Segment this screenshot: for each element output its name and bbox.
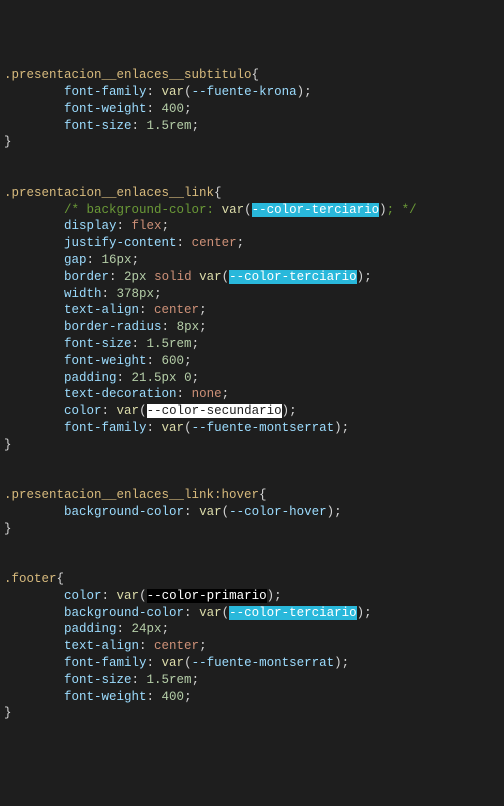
- declaration-line: text-align: center;: [0, 302, 504, 319]
- selector-line: .footer{: [0, 571, 504, 588]
- selector-line: .presentacion__enlaces__link{: [0, 185, 504, 202]
- declaration-line: background-color: var(--color-terciario)…: [0, 605, 504, 622]
- declaration-line: font-weight: 400;: [0, 689, 504, 706]
- blank-line: [0, 470, 504, 487]
- declaration-line: font-weight: 600;: [0, 353, 504, 370]
- declaration-line: /* background-color: var(--color-terciar…: [0, 202, 504, 219]
- declaration-line: border-radius: 8px;: [0, 319, 504, 336]
- declaration-line: background-color: var(--color-hover);: [0, 504, 504, 521]
- blank-line: [0, 168, 504, 185]
- declaration-line: text-align: center;: [0, 638, 504, 655]
- code-editor[interactable]: .presentacion__enlaces__subtitulo{ font-…: [0, 67, 504, 722]
- close-brace-line: }: [0, 521, 504, 538]
- selector-line: .presentacion__enlaces__subtitulo{: [0, 67, 504, 84]
- blank-line: [0, 454, 504, 471]
- declaration-line: font-weight: 400;: [0, 101, 504, 118]
- close-brace-line: }: [0, 437, 504, 454]
- blank-line: [0, 554, 504, 571]
- declaration-line: font-family: var(--fuente-krona);: [0, 84, 504, 101]
- declaration-line: justify-content: center;: [0, 235, 504, 252]
- declaration-line: font-size: 1.5rem;: [0, 336, 504, 353]
- declaration-line: font-size: 1.5rem;: [0, 672, 504, 689]
- declaration-line: color: var(--color-secundario);: [0, 403, 504, 420]
- selector-line: .presentacion__enlaces__link:hover{: [0, 487, 504, 504]
- declaration-line: gap: 16px;: [0, 252, 504, 269]
- declaration-line: font-family: var(--fuente-montserrat);: [0, 420, 504, 437]
- declaration-line: font-size: 1.5rem;: [0, 118, 504, 135]
- blank-line: [0, 151, 504, 168]
- declaration-line: padding: 21.5px 0;: [0, 370, 504, 387]
- declaration-line: color: var(--color-primario);: [0, 588, 504, 605]
- declaration-line: border: 2px solid var(--color-terciario)…: [0, 269, 504, 286]
- blank-line: [0, 538, 504, 555]
- declaration-line: display: flex;: [0, 218, 504, 235]
- declaration-line: font-family: var(--fuente-montserrat);: [0, 655, 504, 672]
- close-brace-line: }: [0, 705, 504, 722]
- declaration-line: text-decoration: none;: [0, 386, 504, 403]
- declaration-line: padding: 24px;: [0, 621, 504, 638]
- close-brace-line: }: [0, 134, 504, 151]
- declaration-line: width: 378px;: [0, 286, 504, 303]
